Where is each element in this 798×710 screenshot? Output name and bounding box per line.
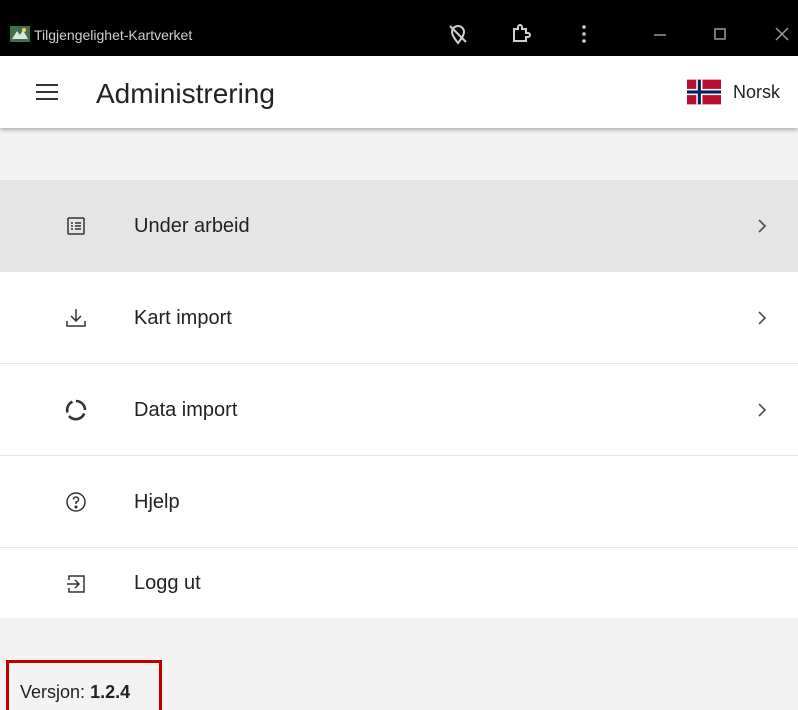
maximize-icon[interactable] [708, 22, 736, 46]
progress-ring-icon [64, 398, 88, 422]
logout-icon [64, 572, 88, 596]
menu-item-logg-ut[interactable]: Logg ut [0, 548, 798, 618]
language-label: Norsk [732, 81, 780, 102]
page-title: Administrering [96, 78, 275, 109]
window-titlebar: Tilgjengelighet-Kartverket [0, 0, 798, 56]
help-icon [64, 490, 88, 514]
menu-item-under-arbeid[interactable]: Under arbeid [0, 180, 798, 272]
list-icon [64, 214, 88, 238]
close-icon[interactable] [770, 22, 798, 46]
menu-item-data-import[interactable]: Data import [0, 364, 798, 456]
location-off-icon[interactable] [446, 22, 474, 46]
menu-icon[interactable] [36, 84, 58, 100]
admin-menu-list: Under arbeid Kart import Data import Hje… [0, 180, 798, 618]
menu-item-label: Data import [134, 399, 238, 421]
chevron-right-icon [756, 401, 768, 419]
language-selector[interactable]: Norsk [686, 78, 780, 106]
minimize-icon[interactable] [648, 22, 676, 46]
extensions-icon[interactable] [509, 22, 537, 46]
chevron-right-icon [756, 217, 768, 235]
menu-item-label: Under arbeid [134, 215, 250, 237]
menu-item-hjelp[interactable]: Hjelp [0, 456, 798, 548]
kartverket-app-icon [10, 26, 30, 42]
norway-flag-icon [686, 79, 721, 105]
download-icon [64, 306, 88, 330]
chevron-right-icon [756, 309, 768, 327]
version-info: Versjon: 1.2.4 [20, 682, 130, 703]
version-value: 1.2.4 [90, 682, 131, 702]
app-bar: Administrering Norsk [0, 56, 798, 128]
more-vert-icon[interactable] [572, 22, 600, 46]
window-title: Tilgjengelighet-Kartverket [34, 27, 193, 43]
menu-item-kart-import[interactable]: Kart import [0, 272, 798, 364]
menu-item-label: Logg ut [134, 572, 201, 594]
menu-item-label: Kart import [134, 307, 232, 329]
menu-item-label: Hjelp [134, 491, 180, 513]
version-label: Versjon: [20, 682, 86, 702]
